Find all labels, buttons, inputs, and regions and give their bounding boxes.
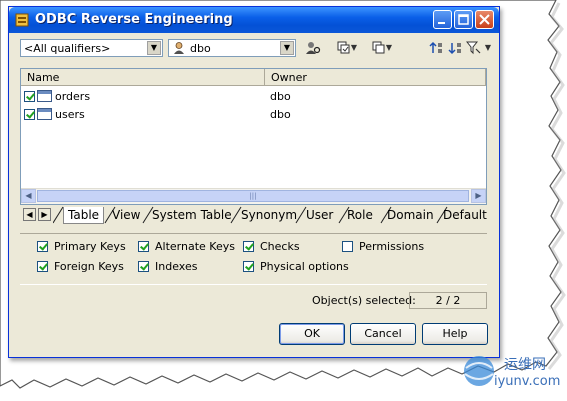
tab-scroll-right-icon[interactable]: ▶ (38, 208, 51, 221)
column-header-name[interactable]: Name (21, 69, 265, 86)
indexes-checkbox[interactable] (138, 261, 149, 272)
permissions-checkbox[interactable] (342, 241, 353, 252)
scroll-right-icon[interactable]: ▶ (471, 189, 486, 203)
alternate-keys-label: Alternate Keys (155, 240, 235, 253)
table-icon (37, 90, 52, 102)
row-checkbox[interactable] (24, 91, 35, 102)
tab-synonym[interactable]: Synonym (241, 207, 297, 223)
filter-button[interactable] (465, 40, 482, 56)
tab-scroll-left-icon[interactable]: ◀ (23, 208, 36, 221)
qualifier-combo[interactable]: <All qualifiers> ▼ (20, 39, 163, 57)
tab-user[interactable]: User (306, 207, 333, 223)
indexes-label: Indexes (155, 260, 198, 273)
chevron-down-icon[interactable]: ▼ (385, 40, 393, 56)
minimize-button[interactable] (433, 10, 452, 29)
help-label: Help (442, 327, 468, 340)
tab-table[interactable]: Table (63, 207, 105, 224)
cancel-label: Cancel (364, 327, 402, 340)
table-list[interactable]: Name Owner orders dbo users dbo ◀ ||| ▶ (20, 68, 487, 205)
table-row[interactable]: users dbo (21, 106, 486, 123)
user-search-button[interactable] (305, 40, 321, 56)
close-button[interactable] (475, 10, 494, 29)
database-icon (15, 13, 29, 27)
tab-role[interactable]: Role (347, 207, 373, 223)
scroll-thumb[interactable]: ||| (37, 190, 469, 202)
help-button[interactable]: Help (422, 323, 488, 345)
primary-keys-checkbox[interactable] (37, 241, 48, 252)
row-owner: dbo (270, 90, 291, 103)
table-icon (37, 108, 52, 120)
user-icon (174, 42, 184, 54)
watermark-en-text: iyunv.com (494, 374, 561, 389)
odbc-dialog: ODBC Reverse Engineering <All qualifiers… (8, 6, 500, 358)
watermark-cn-text: 运维网 (504, 357, 546, 373)
row-name: orders (55, 90, 91, 103)
table-row[interactable]: orders dbo (21, 88, 486, 105)
chevron-down-icon[interactable]: ▼ (147, 41, 161, 55)
checks-checkbox[interactable] (243, 241, 254, 252)
maximize-icon (458, 14, 469, 25)
column-header-owner[interactable]: Owner (265, 69, 486, 86)
filter-icon (465, 41, 481, 55)
tab-system-table[interactable]: System Table (152, 207, 232, 223)
title-bar[interactable]: ODBC Reverse Engineering (9, 7, 499, 33)
tab-domain[interactable]: Domain (387, 207, 434, 223)
close-icon (479, 14, 490, 25)
maximize-button[interactable] (454, 10, 473, 29)
chevron-down-icon[interactable]: ▼ (280, 41, 294, 55)
sort-ascending-button[interactable] (428, 40, 444, 56)
chevron-down-icon[interactable]: ▼ (350, 40, 358, 56)
tab-default[interactable]: Default (443, 207, 487, 223)
physical-options-label: Physical options (260, 260, 349, 273)
owner-value: dbo (190, 42, 211, 55)
objects-selected-label: Object(s) selected: (312, 294, 416, 307)
alternate-keys-checkbox[interactable] (138, 241, 149, 252)
primary-keys-label: Primary Keys (54, 240, 126, 253)
sort-descending-button[interactable] (447, 40, 463, 56)
cancel-button[interactable]: Cancel (350, 323, 416, 345)
foreign-keys-label: Foreign Keys (54, 260, 124, 273)
foreign-keys-checkbox[interactable] (37, 261, 48, 272)
horizontal-scrollbar[interactable]: ◀ ||| ▶ (21, 188, 486, 204)
minimize-icon (438, 22, 445, 24)
scroll-left-icon[interactable]: ◀ (21, 189, 36, 203)
sort-descending-icon (448, 43, 461, 55)
row-name: users (55, 108, 85, 121)
watermark-globe-icon (464, 356, 494, 386)
tab-view[interactable]: View (112, 207, 140, 223)
scroll-grip: ||| (249, 192, 257, 200)
qualifier-value: <All qualifiers> (24, 42, 111, 55)
user-search-icon (306, 42, 321, 54)
sort-ascending-icon (429, 41, 442, 53)
row-checkbox[interactable] (24, 109, 35, 120)
checks-label: Checks (260, 240, 300, 253)
physical-options-checkbox[interactable] (243, 261, 254, 272)
ok-label: OK (304, 327, 320, 340)
permissions-label: Permissions (359, 240, 425, 253)
window-title: ODBC Reverse Engineering (35, 12, 233, 27)
row-owner: dbo (270, 108, 291, 121)
watermark-logo: 运维网 iyunv.com (462, 350, 562, 396)
objects-selected-value: 2 / 2 (409, 292, 487, 309)
chevron-down-icon[interactable]: ▼ (484, 40, 492, 56)
ok-button[interactable]: OK (279, 323, 345, 345)
owner-combo[interactable]: dbo ▼ (168, 39, 296, 57)
